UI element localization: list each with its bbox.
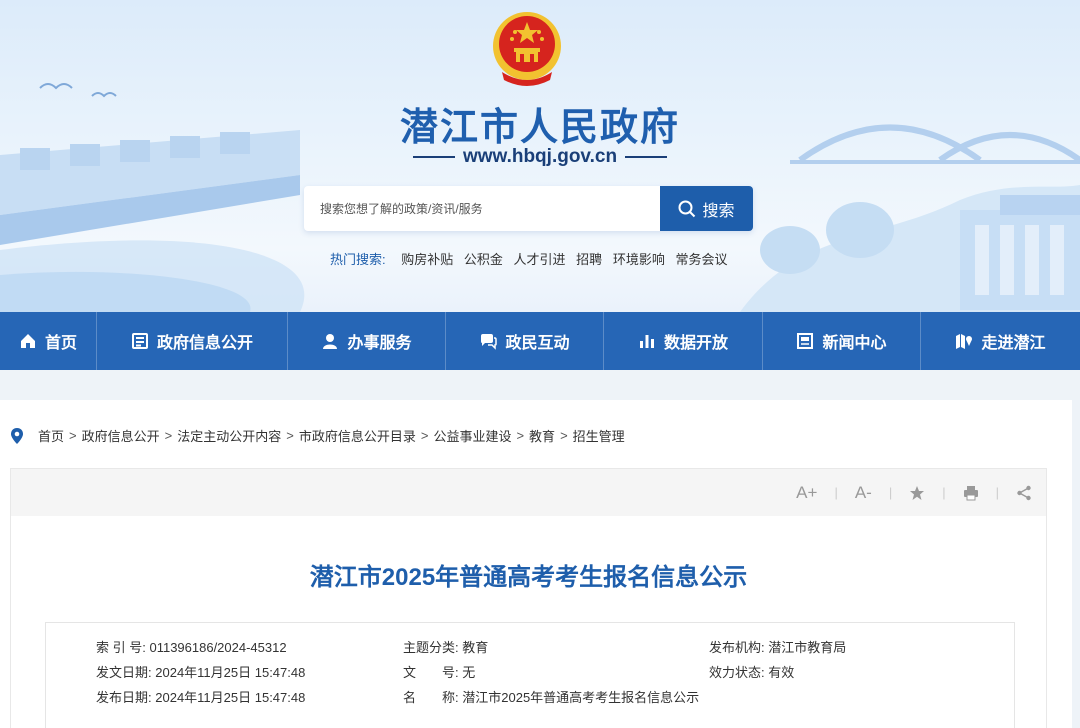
home-icon bbox=[20, 334, 35, 348]
breadcrumb-separator: > bbox=[560, 428, 568, 443]
breadcrumb-item[interactable]: 市政府信息公开目录 bbox=[299, 426, 416, 445]
nav-item-label: 首页 bbox=[44, 335, 77, 352]
nav-item-label: 走进潜江 bbox=[981, 335, 1046, 352]
article-toolbar: A+ | A- | | | bbox=[11, 469, 1046, 516]
document-icon bbox=[131, 333, 148, 349]
nav-item-label: 新闻中心 bbox=[822, 335, 887, 352]
breadcrumb-item[interactable]: 政府信息公开 bbox=[82, 426, 160, 445]
meta-value: 潜江市2025年普通高考考生报名信息公示 bbox=[462, 690, 700, 705]
nav-item-news[interactable]: 新闻中心 bbox=[763, 312, 921, 370]
toolbar-divider: | bbox=[888, 485, 893, 500]
hot-search-item[interactable]: 购房补贴 bbox=[401, 252, 453, 267]
meta-status: 效力状态: 有效 bbox=[709, 662, 794, 681]
meta-issue-date: 发文日期: 2024年11月25日 15:47:48 bbox=[96, 662, 305, 681]
meta-label: 效力状态: bbox=[709, 665, 765, 680]
location-pin-icon bbox=[11, 427, 23, 444]
hot-search-item[interactable]: 人才引进 bbox=[514, 252, 566, 267]
main-nav: 首页 政府信息公开 办事服务 政民互动 数据开放 新闻中心 走进潜江 bbox=[0, 312, 1080, 370]
toolbar-divider: | bbox=[995, 485, 999, 500]
print-button[interactable] bbox=[963, 485, 979, 501]
meta-value: 2024年11月25日 15:47:48 bbox=[155, 690, 306, 705]
search-button[interactable]: 搜索 bbox=[660, 186, 753, 231]
meta-value: 教育 bbox=[462, 640, 489, 655]
hot-search-item[interactable]: 环境影响 bbox=[613, 252, 665, 267]
meta-publish-date: 发布日期: 2024年11月25日 15:47:48 bbox=[96, 687, 305, 706]
user-service-icon bbox=[323, 334, 338, 349]
favorite-button[interactable] bbox=[909, 485, 925, 501]
nav-item-label: 政府信息公开 bbox=[156, 335, 253, 352]
article-title: 潜江市2025年普通高考考生报名信息公示 bbox=[309, 564, 748, 591]
toolbar-divider: | bbox=[834, 485, 838, 500]
hot-search-item[interactable]: 招聘 bbox=[576, 252, 602, 267]
meta-label: 发布日期: bbox=[96, 690, 152, 705]
nav-item-label: 政民互动 bbox=[505, 335, 570, 352]
nav-item-open-data[interactable]: 数据开放 bbox=[604, 312, 763, 370]
article-meta-table: 索 引 号: 011396186/2024-45312 主题分类: 教育 发布机… bbox=[45, 622, 1015, 728]
meta-value: 有效 bbox=[768, 665, 795, 680]
search-icon bbox=[678, 200, 696, 217]
meta-value: 潜江市教育局 bbox=[768, 640, 847, 655]
hot-search-label: 热门搜索: bbox=[330, 252, 386, 267]
map-icon bbox=[956, 334, 973, 349]
breadcrumb-separator: > bbox=[420, 428, 429, 443]
search-button-label: 搜索 bbox=[702, 202, 735, 220]
meta-label: 索 引 号: bbox=[96, 640, 146, 655]
breadcrumb-separator: > bbox=[69, 428, 77, 443]
nav-item-services[interactable]: 办事服务 bbox=[288, 312, 446, 370]
breadcrumb-separator: > bbox=[164, 428, 173, 443]
breadcrumb-item[interactable]: 法定主动公开内容 bbox=[177, 426, 281, 445]
hot-search: 热门搜索: 购房补贴 公积金 人才引进 招聘 环境影响 常务会议 bbox=[330, 249, 734, 268]
meta-label: 发文日期: bbox=[96, 665, 152, 680]
meta-index: 索 引 号: 011396186/2024-45312 bbox=[96, 637, 287, 656]
meta-publisher: 发布机构: 潜江市教育局 bbox=[709, 637, 846, 656]
national-emblem-icon bbox=[493, 12, 561, 86]
site-header: 潜江市人民政府 www.hbqj.gov.cn 搜索 热门搜索: 购房补贴 公积… bbox=[0, 0, 1080, 312]
nav-item-home[interactable]: 首页 bbox=[0, 312, 97, 370]
breadcrumb-separator: > bbox=[516, 428, 525, 443]
toolbar-divider: | bbox=[942, 485, 946, 500]
search-box: 搜索 bbox=[304, 186, 753, 231]
meta-label: 发布机构: bbox=[709, 640, 765, 655]
news-icon bbox=[797, 333, 814, 349]
meta-label: 主题分类: bbox=[403, 640, 459, 655]
meta-value: 无 bbox=[462, 665, 476, 680]
star-icon bbox=[910, 485, 925, 500]
nav-item-interaction[interactable]: 政民互动 bbox=[446, 312, 604, 370]
breadcrumb-item[interactable]: 首页 bbox=[38, 426, 64, 445]
meta-value: 011396186/2024-45312 bbox=[149, 640, 287, 655]
breadcrumb-item[interactable]: 教育 bbox=[529, 426, 555, 445]
search-input[interactable] bbox=[304, 186, 660, 231]
share-button[interactable] bbox=[1016, 485, 1032, 501]
breadcrumb-separator: > bbox=[286, 428, 294, 443]
nav-item-gov-info[interactable]: 政府信息公开 bbox=[97, 312, 288, 370]
main-content: 首页 > 政府信息公开 > 法定主动公开内容 > 市政府信息公开目录 > 公益事… bbox=[0, 400, 1072, 728]
meta-label: 名 称: bbox=[403, 690, 459, 705]
nav-item-label: 办事服务 bbox=[347, 335, 412, 352]
meta-name: 名 称: 潜江市2025年普通高考考生报名信息公示 bbox=[403, 687, 699, 706]
bar-chart-icon bbox=[639, 335, 654, 348]
font-decrease-button[interactable]: A- bbox=[855, 483, 872, 503]
nav-item-about[interactable]: 走进潜江 bbox=[921, 312, 1080, 370]
meta-category: 主题分类: 教育 bbox=[403, 637, 488, 656]
url-left-divider bbox=[412, 155, 455, 158]
meta-value: 2024年11月25日 15:47:48 bbox=[155, 665, 306, 680]
font-increase-button[interactable]: A+ bbox=[796, 483, 817, 503]
breadcrumb-item[interactable]: 公益事业建设 bbox=[433, 426, 511, 445]
site-url-text: www.hbqj.gov.cn bbox=[462, 146, 618, 167]
meta-label: 文 号: bbox=[403, 665, 459, 680]
breadcrumb: 首页 > 政府信息公开 > 法定主动公开内容 > 市政府信息公开目录 > 公益事… bbox=[10, 426, 625, 445]
hot-search-item[interactable]: 常务会议 bbox=[675, 252, 727, 267]
breadcrumb-item[interactable]: 招生管理 bbox=[573, 426, 625, 445]
site-title: 潜江市人民政府 bbox=[399, 104, 680, 149]
meta-doc-no: 文 号: 无 bbox=[403, 662, 475, 681]
print-icon bbox=[963, 485, 978, 500]
share-icon bbox=[1017, 485, 1031, 500]
url-right-divider bbox=[625, 155, 668, 158]
article-panel: A+ | A- | | | 潜江市2025年普通高考考生报名信息公示 索 引 号… bbox=[10, 468, 1047, 728]
site-url: www.hbqj.gov.cn bbox=[0, 146, 1080, 168]
hot-search-item[interactable]: 公积金 bbox=[464, 252, 503, 267]
chat-icon bbox=[481, 334, 498, 350]
nav-item-label: 数据开放 bbox=[663, 335, 728, 352]
